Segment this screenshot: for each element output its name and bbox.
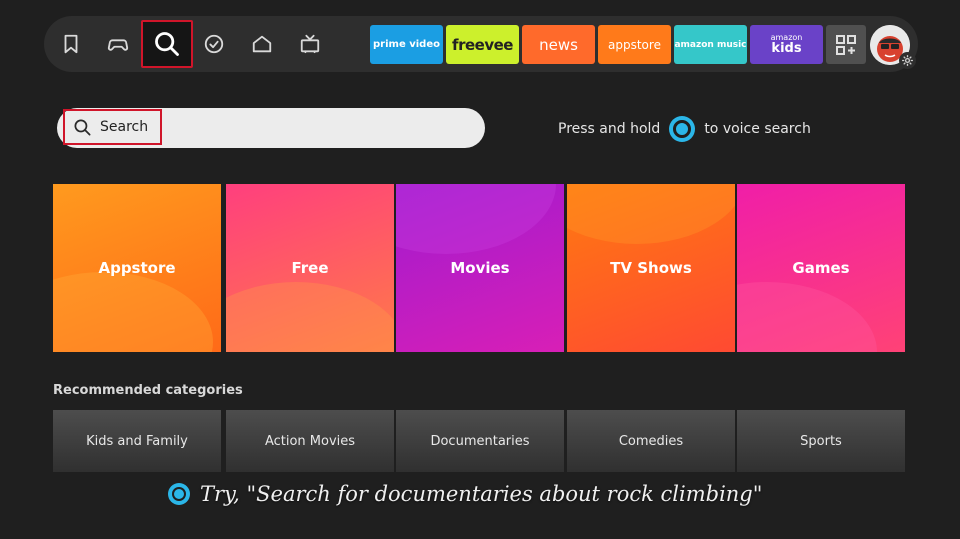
category-label: Movies	[450, 259, 510, 277]
recommended-tile-comedies[interactable]: Comedies	[567, 410, 735, 472]
recommended-tile-action-movies[interactable]: Action Movies	[226, 410, 394, 472]
recommended-label: Comedies	[618, 433, 684, 449]
category-tile-free[interactable]: Free	[226, 184, 394, 352]
recommended-label: Kids and Family	[86, 433, 188, 449]
amazon-kids-label-line2: kids	[771, 41, 802, 56]
recommended-tile-documentaries[interactable]: Documentaries	[396, 410, 564, 472]
category-label: Games	[792, 259, 850, 277]
search-field-icon	[74, 119, 91, 135]
alexa-suggestion-hint: Try, "Search for documentaries about roc…	[168, 479, 762, 509]
profile-avatar-icon[interactable]	[870, 25, 916, 69]
news-app-tile[interactable]: news	[522, 25, 595, 64]
recommended-tile-kids-and-family[interactable]: Kids and Family	[53, 410, 221, 472]
check-circle-icon[interactable]	[196, 26, 232, 62]
gear-icon[interactable]	[899, 52, 916, 69]
recommended-tile-sports[interactable]: Sports	[737, 410, 905, 472]
recommended-label: Action Movies	[264, 433, 356, 449]
amazon-music-label: amazon music	[674, 39, 747, 50]
category-tile-tv-shows[interactable]: TV Shows	[567, 184, 735, 352]
search-field-focus[interactable]: Search	[63, 109, 162, 145]
category-tile-appstore[interactable]: Appstore	[53, 184, 221, 352]
category-tile-movies[interactable]: Movies	[396, 184, 564, 352]
category-label: TV Shows	[610, 259, 692, 277]
appstore-label: appstore	[608, 37, 661, 52]
top-nav-bar: prime video freevee news appstore amazon…	[44, 16, 918, 72]
recommended-label: Sports	[800, 433, 842, 449]
freevee-label: freevee	[452, 35, 513, 54]
category-tile-games[interactable]: Games	[737, 184, 905, 352]
amazon-music-app-tile[interactable]: amazon music	[674, 25, 747, 64]
voice-hint-prefix: Press and hold	[558, 121, 661, 137]
news-label: news	[539, 35, 578, 54]
bookmark-icon[interactable]	[53, 26, 89, 62]
category-label: Free	[291, 259, 329, 277]
search-placeholder: Search	[100, 119, 149, 135]
recommended-label: Documentaries	[430, 433, 530, 449]
prime-video-label: prime video	[373, 39, 440, 50]
amazon-kids-app-tile[interactable]: amazon kids	[750, 25, 823, 64]
home-icon[interactable]	[244, 26, 280, 62]
game-controller-icon[interactable]	[100, 26, 136, 62]
appstore-app-tile[interactable]: appstore	[598, 25, 671, 64]
voice-hint-suffix: to voice search	[704, 121, 811, 137]
live-tv-icon[interactable]	[292, 26, 328, 62]
alexa-suggestion-text: Try, "Search for documentaries about roc…	[200, 482, 763, 506]
alexa-icon	[168, 483, 190, 505]
search-icon[interactable]	[141, 20, 193, 68]
recommended-categories-heading: Recommended categories	[53, 383, 243, 398]
alexa-icon	[669, 116, 696, 142]
category-label: Appstore	[98, 259, 176, 277]
search-input[interactable]: Search	[57, 108, 485, 148]
freevee-app-tile[interactable]: freevee	[446, 25, 519, 64]
apps-grid-icon[interactable]	[826, 25, 866, 64]
voice-search-hint: Press and hold to voice search	[558, 116, 811, 142]
prime-video-app-tile[interactable]: prime video	[370, 25, 443, 64]
